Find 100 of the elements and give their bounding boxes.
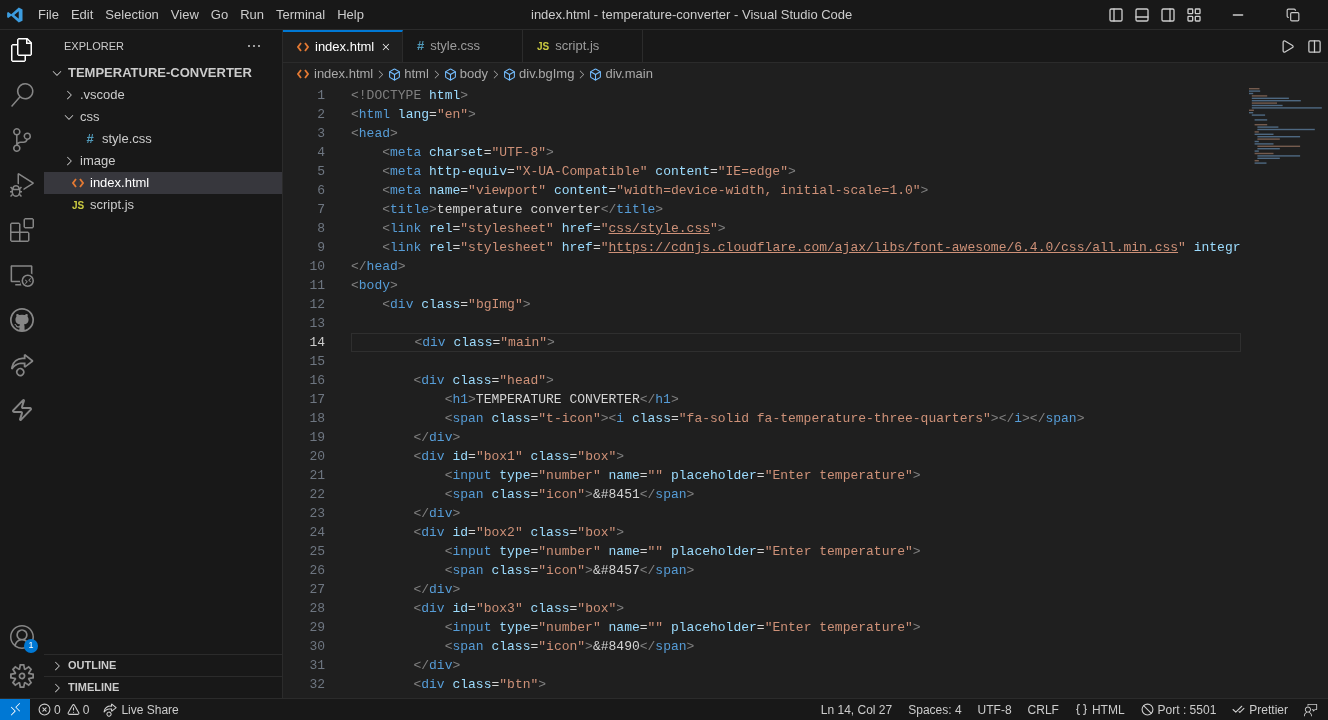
code-line: <div id="box2" class="box"> [412,523,626,542]
run-icon[interactable] [1280,38,1295,54]
editor-tab[interactable]: JS script.js [523,30,643,62]
code-line: <meta http-equiv="X-UA-Compatible" content="IE=edge"> [381,162,797,181]
remote-button[interactable] [0,699,30,720]
line-number: 14 [308,333,325,352]
status-item[interactable]: CRLF [1027,700,1059,719]
extensions-icon[interactable] [10,218,34,242]
breadcrumb-item[interactable]: div.bgImg [519,64,575,84]
line-number: 24 [308,523,325,542]
cube-icon [388,67,402,81]
prettier-button[interactable]: Prettier [1232,700,1288,719]
line-number: 1 [316,86,325,105]
line-number: 21 [308,466,325,485]
code-file-icon [72,178,84,188]
line-number: 2 [316,105,325,124]
source-control-icon[interactable] [10,128,34,152]
line-number: 32 [308,675,325,694]
live-share-icon[interactable] [10,353,34,377]
remote-explorer-icon[interactable] [10,263,34,287]
editor-tab[interactable]: # style.css [403,30,523,62]
folder-item[interactable]: .vscode [44,84,282,106]
menu-item[interactable]: Run [234,4,270,25]
settings-icon[interactable] [10,664,34,688]
port-button[interactable]: Port : 5501 [1140,700,1217,719]
breadcrumb-item[interactable]: div.main [605,64,653,84]
code-line: <link rel="stylesheet" href="css/style.css"> [351,219,1241,238]
folder-item[interactable]: image [44,150,282,172]
app-logo[interactable] [6,5,24,24]
error-count[interactable]: 0 [54,700,61,719]
sidebar-toggle-icon[interactable] [1108,6,1124,23]
code-line: <div id="box1" class="box"> [412,447,626,466]
code-line: <html lang="en"> [351,105,477,124]
braces-icon [1074,703,1088,716]
double-check-icon [1232,703,1246,716]
code-link[interactable]: css/style.css [608,218,710,239]
feedback-icon[interactable] [1304,702,1318,717]
code-file-icon [297,42,309,52]
menu-item[interactable]: Terminal [270,4,332,25]
split-editor-icon[interactable] [1307,38,1322,54]
line-number: 30 [308,637,325,656]
warning-count[interactable]: 0 [82,700,90,719]
status-item[interactable]: Spaces: 4 [908,700,962,719]
editor-tab[interactable]: index.html [283,30,403,62]
menu-item[interactable]: Selection [99,4,165,25]
breadcrumb-item[interactable]: body [459,64,488,84]
menu-item[interactable]: Edit [64,4,100,25]
status-item[interactable]: UTF-8 [977,700,1012,719]
line-number: 17 [308,390,325,409]
sidebar-right-toggle-icon[interactable] [1160,6,1176,23]
live-share-button[interactable]: Live Share [103,700,179,719]
line-number: 11 [308,276,325,295]
code-line: <span class="icon">&#8457</span> [443,561,696,580]
line-number: 8 [316,219,325,238]
code-line: </div> [412,504,462,523]
line-number: 10 [308,257,325,276]
code-line: <input type="number" name="" placeholder="Enter temperature"> [443,466,922,485]
code-line: <h1>TEMPERATURE CONVERTER</h1> [443,390,680,409]
code-line: </div> [412,580,462,599]
breadcrumb-item[interactable]: html [404,64,429,84]
search-icon[interactable] [10,83,34,107]
line-number: 25 [308,542,325,561]
code-line: </head> [351,257,407,276]
language-button[interactable]: HTML [1074,700,1125,719]
tree-item[interactable]: # style.css [44,128,282,150]
code-link[interactable]: https://cdnjs.cloudflare.com/ajax/libs/font-awesome/6.4.0/css/all.min.css [608,237,1179,258]
line-number: 15 [308,352,325,371]
restore-icon[interactable] [1286,7,1300,22]
line-number: 23 [308,504,325,523]
breadcrumb-item[interactable]: index.html [314,64,374,84]
line-number: 22 [308,485,325,504]
files-icon[interactable] [10,38,34,62]
cube-icon [589,67,603,81]
tree-item[interactable]: index.html [44,172,282,194]
menu-item[interactable]: Go [204,4,235,25]
lightning-icon[interactable] [10,398,34,422]
menu-item[interactable]: View [164,4,205,25]
github-icon[interactable] [10,308,34,332]
menu-item[interactable]: File [32,4,65,25]
line-number: 26 [308,561,325,580]
code-file-icon [297,69,309,79]
code-line: <body> [351,276,399,295]
line-number: 16 [308,371,325,390]
code-line: <link rel="stylesheet" href="https://cdnjs.cloudflare.com/ajax/libs/font-awesome/6.4.0/css/all.min.css" integr [351,238,1241,257]
folder-item[interactable]: css [44,106,282,128]
cube-icon [503,67,516,81]
tree-item[interactable]: JS script.js [44,194,282,216]
menu-item[interactable]: Help [331,4,370,25]
run-debug-icon[interactable] [10,173,34,197]
section-header[interactable]: OUTLINE [44,654,282,676]
code-line: <div class="head"> [412,371,555,390]
layout-icon[interactable] [1186,6,1202,23]
line-number: 5 [316,162,325,181]
panel-toggle-icon[interactable] [1134,6,1150,23]
status-item[interactable]: Ln 14, Col 27 [820,700,893,719]
code-line: <input type="number" name="" placeholder="Enter temperature"> [443,618,922,637]
code-line: <!DOCTYPE html> [351,86,470,105]
folder-item[interactable]: TEMPERATURE-CONVERTER [44,62,282,84]
line-number: 18 [308,409,325,428]
notification-badge: 1 [24,639,38,653]
